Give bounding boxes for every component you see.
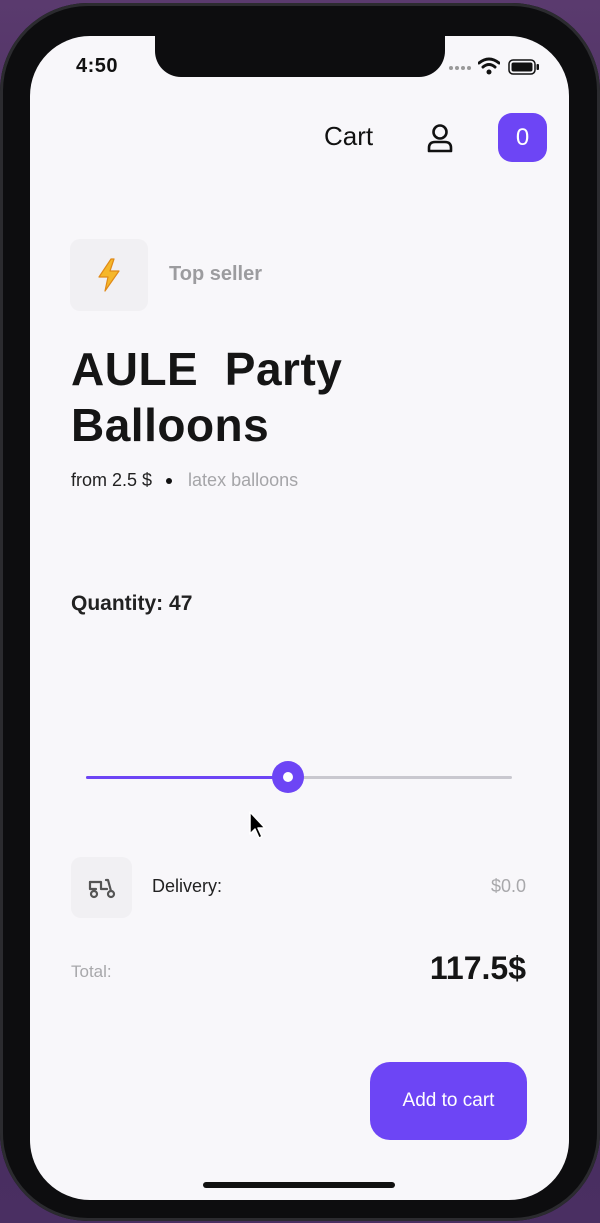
app-screen: 4:50 Cart 0 Top seller AULE Party Balloo…	[30, 36, 569, 1200]
product-title: AULE Party Balloons	[71, 343, 343, 451]
delivery-price: $0.0	[490, 876, 526, 896]
product-category: latex balloons	[188, 470, 299, 490]
lightning-icon	[98, 258, 120, 292]
person-icon[interactable]	[426, 123, 454, 153]
wifi-icon	[478, 57, 500, 75]
page-title: Cart	[324, 121, 374, 151]
mouse-cursor-icon	[249, 811, 266, 839]
add-to-cart-button[interactable]: Add to cart	[370, 1062, 527, 1140]
quantity-display: Quantity: 47	[71, 592, 192, 616]
top-seller-badge	[70, 239, 148, 311]
product-meta: from 2.5 $ latex balloons	[71, 470, 298, 491]
phone-frame: 4:50 Cart 0 Top seller AULE Party Balloo…	[0, 3, 600, 1221]
delivery-label: Delivery:	[152, 876, 223, 896]
home-indicator[interactable]	[203, 1182, 395, 1188]
cart-count-button[interactable]: 0	[498, 113, 547, 162]
status-time: 4:50	[76, 55, 119, 77]
slider-thumb[interactable]	[272, 761, 305, 793]
total-label: Total:	[71, 962, 112, 981]
slider-fill	[86, 776, 289, 779]
battery-icon	[508, 59, 539, 75]
device-notch	[155, 36, 445, 77]
separator-dot	[166, 477, 173, 484]
delivery-badge	[71, 857, 132, 918]
total-price: 117.5$	[429, 950, 526, 986]
top-seller-label: Top seller	[169, 263, 262, 285]
status-icons	[446, 56, 546, 78]
quantity-value: 47	[169, 592, 193, 615]
quantity-label: Quantity:	[71, 592, 164, 615]
price-from: from 2.5 $	[71, 470, 153, 490]
scooter-icon	[88, 878, 115, 898]
quantity-slider[interactable]	[86, 759, 512, 795]
signal-icon	[449, 66, 471, 70]
